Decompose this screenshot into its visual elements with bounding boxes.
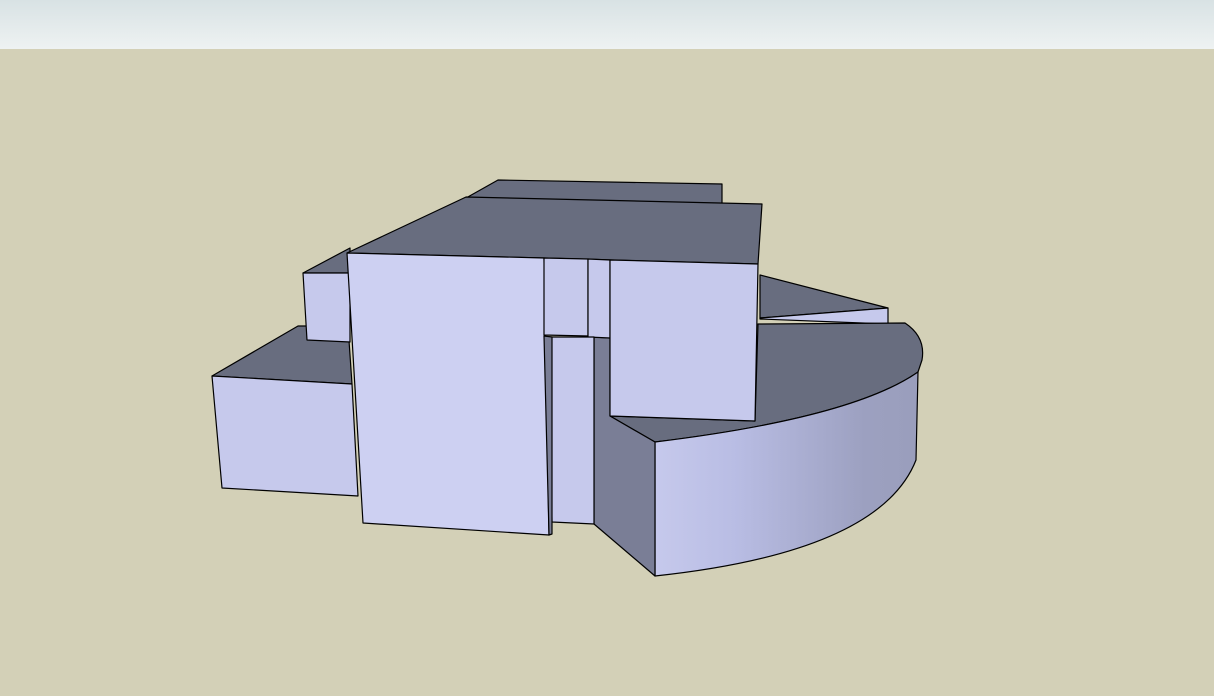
viewport-3d[interactable]	[0, 0, 1214, 696]
recess-upper-panel	[543, 257, 589, 337]
right-box-front	[609, 259, 759, 422]
recess-lower-panel	[548, 336, 595, 525]
main-top-surface	[346, 196, 763, 265]
lower-left-block-front	[211, 375, 359, 497]
upper-left-block-front	[302, 272, 351, 343]
recess-pillar	[587, 258, 611, 339]
main-left-block-front	[346, 252, 550, 536]
3d-model[interactable]	[0, 0, 1214, 696]
upper-left-block-top	[302, 247, 351, 274]
